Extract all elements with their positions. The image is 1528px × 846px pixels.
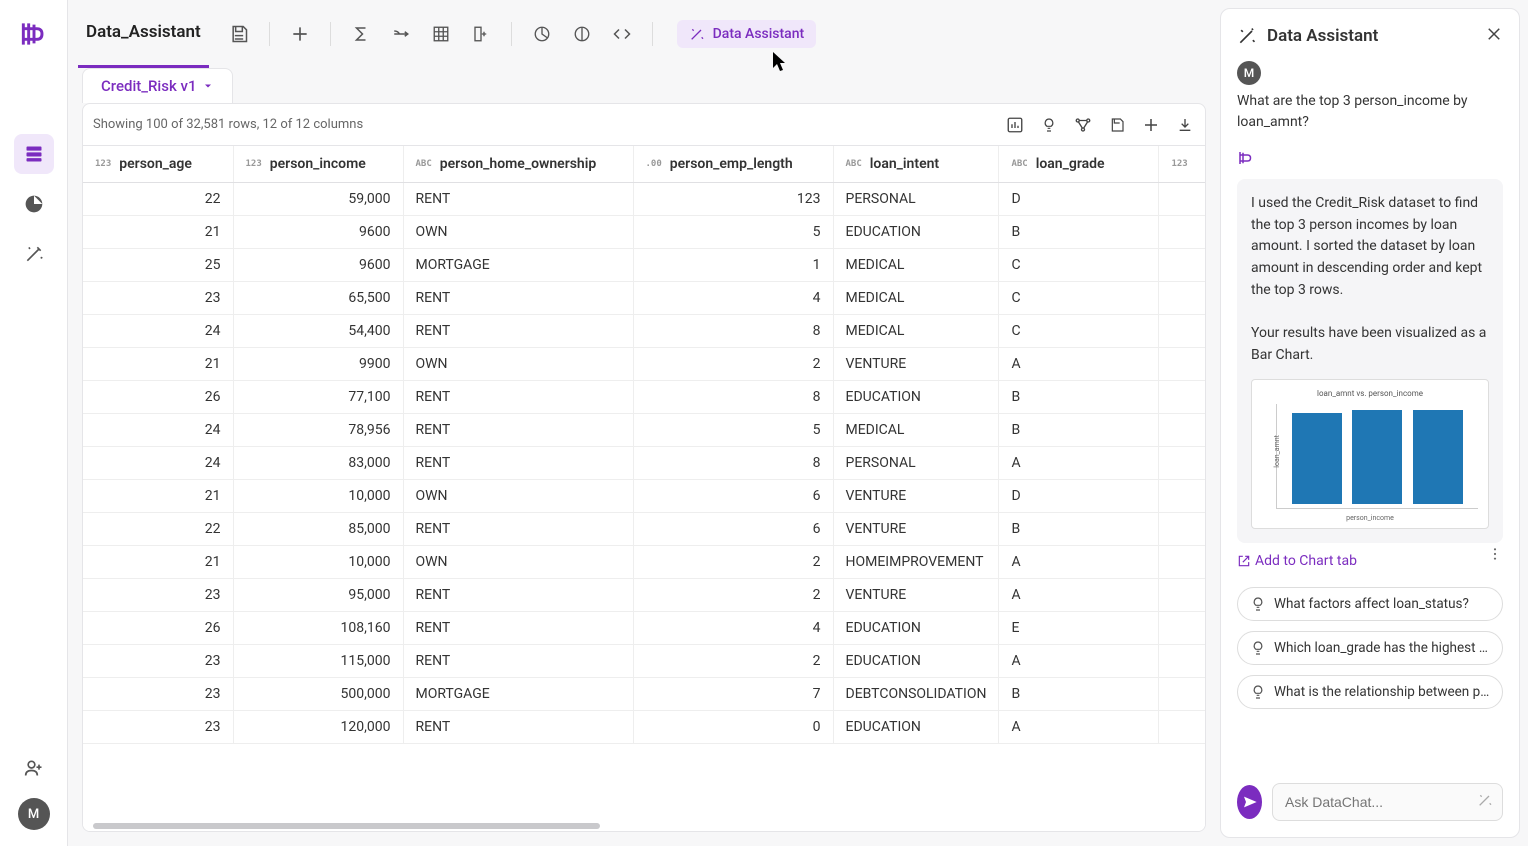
half-circle-icon[interactable] xyxy=(564,16,600,52)
column-header[interactable]: ABCloan_grade xyxy=(999,146,1159,183)
table-row[interactable]: 2677,100RENT8EDUCATIONB xyxy=(83,381,1205,414)
rail-avatar[interactable]: M xyxy=(18,798,50,830)
chat-title: Data Assistant xyxy=(1267,26,1475,46)
app-logo[interactable] xyxy=(14,14,54,54)
download-icon[interactable] xyxy=(1175,115,1195,135)
column-header[interactable]: ABCperson_home_ownership xyxy=(403,146,633,183)
suggestion-chip[interactable]: Which loan_grade has the highest aver… xyxy=(1237,631,1503,665)
add-icon[interactable] xyxy=(282,16,318,52)
table-row[interactable]: 2478,956RENT5MEDICALB xyxy=(83,414,1205,447)
table-row[interactable]: 2285,000RENT6VENTUREB xyxy=(83,513,1205,546)
table-row[interactable]: 2395,000RENT2VENTUREA xyxy=(83,579,1205,612)
table-row[interactable]: 23500,000MORTGAGE7DEBTCONSOLIDATIONB xyxy=(83,678,1205,711)
transform-icon[interactable] xyxy=(383,16,419,52)
chart-title: loan_amnt vs. person_income xyxy=(1258,388,1482,400)
horizontal-scrollbar[interactable] xyxy=(83,821,1205,831)
plus-icon[interactable] xyxy=(1141,115,1161,135)
bulb-icon[interactable] xyxy=(1039,115,1059,135)
table-row[interactable]: 2110,000OWN2HOMEIMPROVEMENTA xyxy=(83,546,1205,579)
rail-chart-icon[interactable] xyxy=(14,184,54,224)
table-row[interactable]: 2365,500RENT4MEDICALC xyxy=(83,282,1205,315)
data-assistant-button[interactable]: Data Assistant xyxy=(677,20,817,48)
chart-bar xyxy=(1292,413,1342,504)
chart-thumbnail[interactable]: loan_amnt vs. person_income loan_amnt pe… xyxy=(1251,379,1489,529)
info-bar: Showing 100 of 32,581 rows, 12 of 12 col… xyxy=(83,104,1205,146)
chart-ylabel: loan_amnt xyxy=(1272,435,1283,468)
pie-icon[interactable] xyxy=(524,16,560,52)
row-count-status: Showing 100 of 32,581 rows, 12 of 12 col… xyxy=(93,117,363,132)
add-to-chart-link[interactable]: Add to Chart tab xyxy=(1237,553,1357,569)
data-assistant-label: Data Assistant xyxy=(713,26,805,42)
table-row[interactable]: 259600MORTGAGE1MEDICALC xyxy=(83,249,1205,282)
table-scroll[interactable]: 123person_age123person_incomeABCperson_h… xyxy=(83,146,1205,821)
save-icon[interactable] xyxy=(221,16,257,52)
close-icon[interactable] xyxy=(1485,25,1503,47)
chat-panel: Data Assistant M What are the top 3 pers… xyxy=(1220,8,1520,838)
wand-icon xyxy=(1237,26,1257,46)
assistant-message: I used the Credit_Risk dataset to find t… xyxy=(1237,179,1503,543)
table-row[interactable]: 2110,000OWN6VENTURED xyxy=(83,480,1205,513)
column-header[interactable]: 123 xyxy=(1159,146,1205,183)
sheet-name: Credit_Risk v1 xyxy=(101,77,196,95)
column-header[interactable]: 123person_age xyxy=(83,146,233,183)
graph-icon[interactable] xyxy=(1073,115,1093,135)
wand-input-icon[interactable] xyxy=(1477,792,1493,812)
assistant-text-2: Your results have been visualized as a B… xyxy=(1251,323,1489,366)
rail-add-user-icon[interactable] xyxy=(14,748,54,788)
chart-bar xyxy=(1352,410,1402,504)
assistant-text-1: I used the Credit_Risk dataset to find t… xyxy=(1251,193,1489,301)
suggestions-list: What factors affect loan_status? Which lo… xyxy=(1237,587,1503,709)
chart-xlabel: person_income xyxy=(1258,513,1482,524)
column-header[interactable]: 123person_income xyxy=(233,146,403,183)
send-button[interactable] xyxy=(1237,785,1262,819)
table-row[interactable]: 219600OWN5EDUCATIONB xyxy=(83,216,1205,249)
chart-bar xyxy=(1413,410,1463,504)
column-header[interactable]: .00person_emp_length xyxy=(633,146,833,183)
table-row[interactable]: 23115,000RENT2EDUCATIONA xyxy=(83,645,1205,678)
left-rail: M xyxy=(0,0,68,846)
user-avatar: M xyxy=(1237,61,1261,85)
column-add-icon[interactable] xyxy=(463,16,499,52)
suggestion-chip[interactable]: What is the relationship between perso… xyxy=(1237,675,1503,709)
chart-preview-icon[interactable] xyxy=(1005,115,1025,135)
user-question: What are the top 3 person_income by loan… xyxy=(1237,91,1503,133)
sigma-icon[interactable] xyxy=(343,16,379,52)
chat-input[interactable] xyxy=(1272,783,1503,821)
sheet-tab[interactable]: Credit_Risk v1 xyxy=(82,68,233,103)
assistant-logo-icon xyxy=(1237,149,1503,171)
rail-data-icon[interactable] xyxy=(14,134,54,174)
data-table: 123person_age123person_incomeABCperson_h… xyxy=(83,146,1205,744)
top-toolbar: Data_Assistant Data Assistant xyxy=(68,0,1220,68)
table-row[interactable]: 2454,400RENT8MEDICALC xyxy=(83,315,1205,348)
rail-wand-icon[interactable] xyxy=(14,234,54,274)
workspace-tab-title[interactable]: Data_Assistant xyxy=(86,22,201,46)
code-icon[interactable] xyxy=(604,16,640,52)
chevron-down-icon xyxy=(202,80,214,92)
table-row[interactable]: 2259,000RENT123PERSONALD xyxy=(83,183,1205,216)
grid-icon[interactable] xyxy=(423,16,459,52)
table-row[interactable]: 2483,000RENT8PERSONALA xyxy=(83,447,1205,480)
column-header[interactable]: ABCloan_intent xyxy=(833,146,999,183)
table-row[interactable]: 26108,160RENT4EDUCATIONE xyxy=(83,612,1205,645)
save2-icon[interactable] xyxy=(1107,115,1127,135)
sheet-wrapper: Showing 100 of 32,581 rows, 12 of 12 col… xyxy=(82,103,1206,832)
table-row[interactable]: 23120,000RENT0EDUCATIONA xyxy=(83,711,1205,744)
table-row[interactable]: 219900OWN2VENTUREA xyxy=(83,348,1205,381)
more-icon[interactable] xyxy=(1487,546,1503,566)
suggestion-chip[interactable]: What factors affect loan_status? xyxy=(1237,587,1503,621)
chart-bars: loan_amnt xyxy=(1276,404,1478,509)
main-area: Data_Assistant Data Assistant Credit_Ris… xyxy=(68,0,1220,846)
